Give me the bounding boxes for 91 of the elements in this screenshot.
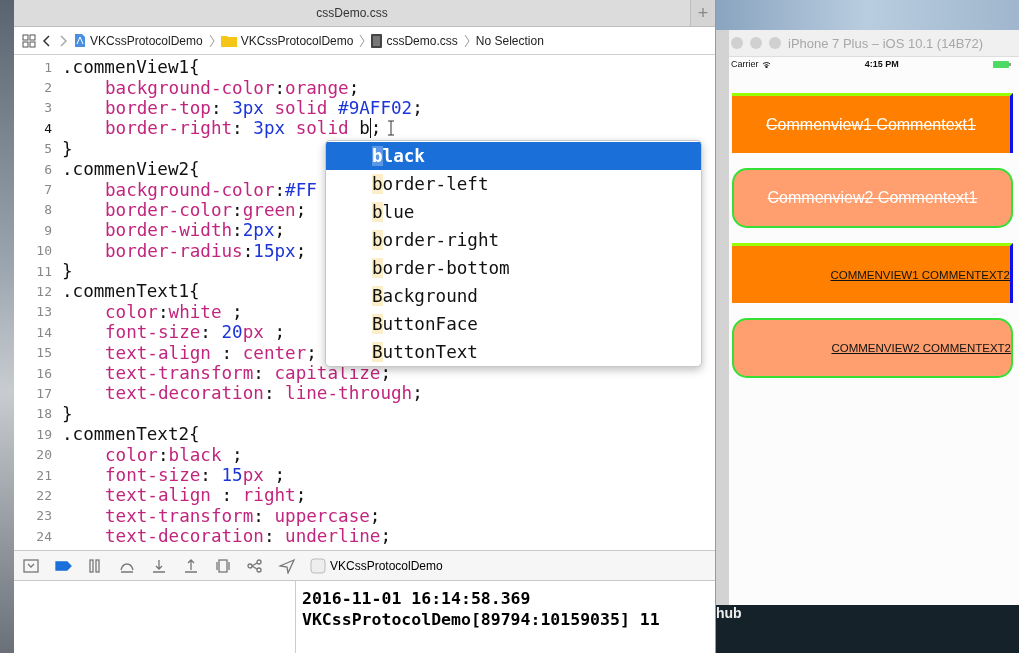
code-line: background-color:#FF: [104, 179, 317, 200]
code-line: text-transform: capitalize;: [104, 363, 391, 384]
code-line: .commenText2{: [62, 424, 200, 445]
file-icon: [371, 33, 383, 48]
back-icon[interactable]: [42, 33, 52, 48]
code-line: text-align : right;: [104, 485, 307, 506]
code-line: border-width:2px;: [104, 220, 286, 241]
line-number: 24: [35, 528, 52, 544]
wifi-icon: [761, 60, 771, 68]
code-line: text-decoration: underline;: [104, 526, 391, 547]
folder-icon: [220, 34, 237, 47]
line-number: 3: [43, 100, 52, 116]
chevron-icon: [208, 33, 215, 48]
code-line: font-size: 15px ;: [104, 465, 286, 485]
completion-item[interactable]: black: [326, 142, 701, 170]
line-number: 12: [35, 284, 52, 299]
line-number: 8: [43, 202, 52, 218]
console-toggle-icon[interactable]: [22, 557, 40, 574]
completion-item[interactable]: border-bottom: [326, 254, 701, 282]
desktop-icon-label: hub: [716, 605, 742, 621]
line-number: 18: [35, 406, 52, 422]
console-line: VKCssProtocolDemo[89794:10159035] 11: [302, 609, 661, 630]
code-line: }: [62, 138, 73, 159]
line-number: 5: [43, 141, 52, 157]
code-line: text-transform: uppercase;: [104, 505, 381, 526]
line-number: 4: [43, 120, 52, 136]
line-number: 1: [43, 59, 52, 75]
status-time: 4:15 PM: [864, 59, 899, 69]
code-line: .commenText1{: [62, 281, 200, 302]
view-label: COMMENVIEW1 COMMENTEXT2: [829, 268, 1010, 281]
code-line: border-top: 3px solid #9AFF02;: [104, 97, 423, 118]
app-project-icon: [74, 33, 86, 48]
tab-title[interactable]: cssDemo.css: [14, 0, 690, 26]
step-in-icon[interactable]: [150, 557, 168, 574]
breadcrumb-item[interactable]: VKCssProtocolDemo: [90, 33, 203, 48]
battery-icon: [993, 60, 1011, 68]
window-title: iPhone 7 Plus – iOS 10.1 (14B72): [788, 35, 984, 51]
graph-nodes-icon[interactable]: [246, 557, 264, 574]
line-number: 22: [35, 487, 52, 503]
completion-item[interactable]: ButtonFace: [326, 310, 701, 338]
line-number: 15: [35, 345, 52, 361]
console-line: 2016-11-01 16:14:58.369: [302, 588, 532, 609]
chevron-icon: [359, 33, 366, 48]
target-name[interactable]: VKCssProtocolDemo: [330, 558, 443, 573]
code-line: font-size: 20px ;: [104, 322, 286, 343]
code-line: border-color:green;: [104, 199, 307, 220]
code-line: }: [62, 403, 73, 424]
code-line: }: [62, 261, 73, 282]
line-number: 6: [43, 161, 52, 177]
line-number: 20: [35, 447, 52, 463]
line-number: 16: [35, 365, 52, 381]
line-number: 23: [35, 508, 52, 524]
app-icon: [310, 557, 326, 574]
code-line: border-radius:15px;: [104, 240, 307, 261]
view-label: COMMENVIEW2 COMMENTEXT2: [830, 342, 1011, 354]
completion-item[interactable]: blue: [326, 198, 701, 226]
code-line: background-color:orange;: [104, 77, 360, 98]
line-number: 9: [43, 222, 52, 238]
completion-item[interactable]: Background: [326, 282, 701, 310]
chevron-icon: [463, 33, 470, 48]
line-number: 13: [35, 304, 52, 320]
view-label: Commenview2 Commentext1: [766, 189, 979, 207]
code-line: color:black ;: [104, 444, 243, 465]
code-line: border-right: 3px solid b;: [104, 118, 382, 139]
forward-icon[interactable]: [58, 33, 68, 48]
view-debugger-icon[interactable]: [214, 557, 232, 574]
breadcrumb-item[interactable]: VKCssProtocolDemo: [240, 33, 354, 48]
breadcrumb-item[interactable]: cssDemo.css: [386, 33, 458, 48]
text-cursor-icon: [387, 120, 396, 137]
completion-item[interactable]: border-right: [326, 226, 701, 254]
code-line: .commenView2{: [62, 159, 200, 180]
code-line: text-align : center;: [104, 342, 317, 363]
view-label: Commenview1 Commentext1: [765, 115, 977, 134]
grid-icon[interactable]: [22, 33, 36, 48]
line-number: 19: [35, 426, 52, 442]
code-line: .commenView1{: [62, 57, 200, 78]
line-number: 2: [43, 80, 52, 96]
breadcrumb-item[interactable]: No Selection: [475, 33, 544, 48]
step-out-icon[interactable]: [182, 557, 200, 574]
code-line: text-decoration: line-through;: [104, 383, 423, 404]
line-number: 21: [35, 467, 52, 483]
completion-item[interactable]: border-left: [326, 170, 701, 198]
line-number: 17: [35, 385, 52, 401]
line-number: 7: [43, 182, 52, 198]
line-number: 10: [35, 243, 52, 259]
carrier-label: Carrier: [731, 59, 759, 69]
line-number: 14: [35, 324, 52, 340]
location-arrow-icon[interactable]: [278, 557, 296, 574]
line-number: 11: [35, 263, 52, 279]
code-line: color:white ;: [104, 301, 243, 322]
completion-item[interactable]: ButtonText: [326, 338, 701, 366]
